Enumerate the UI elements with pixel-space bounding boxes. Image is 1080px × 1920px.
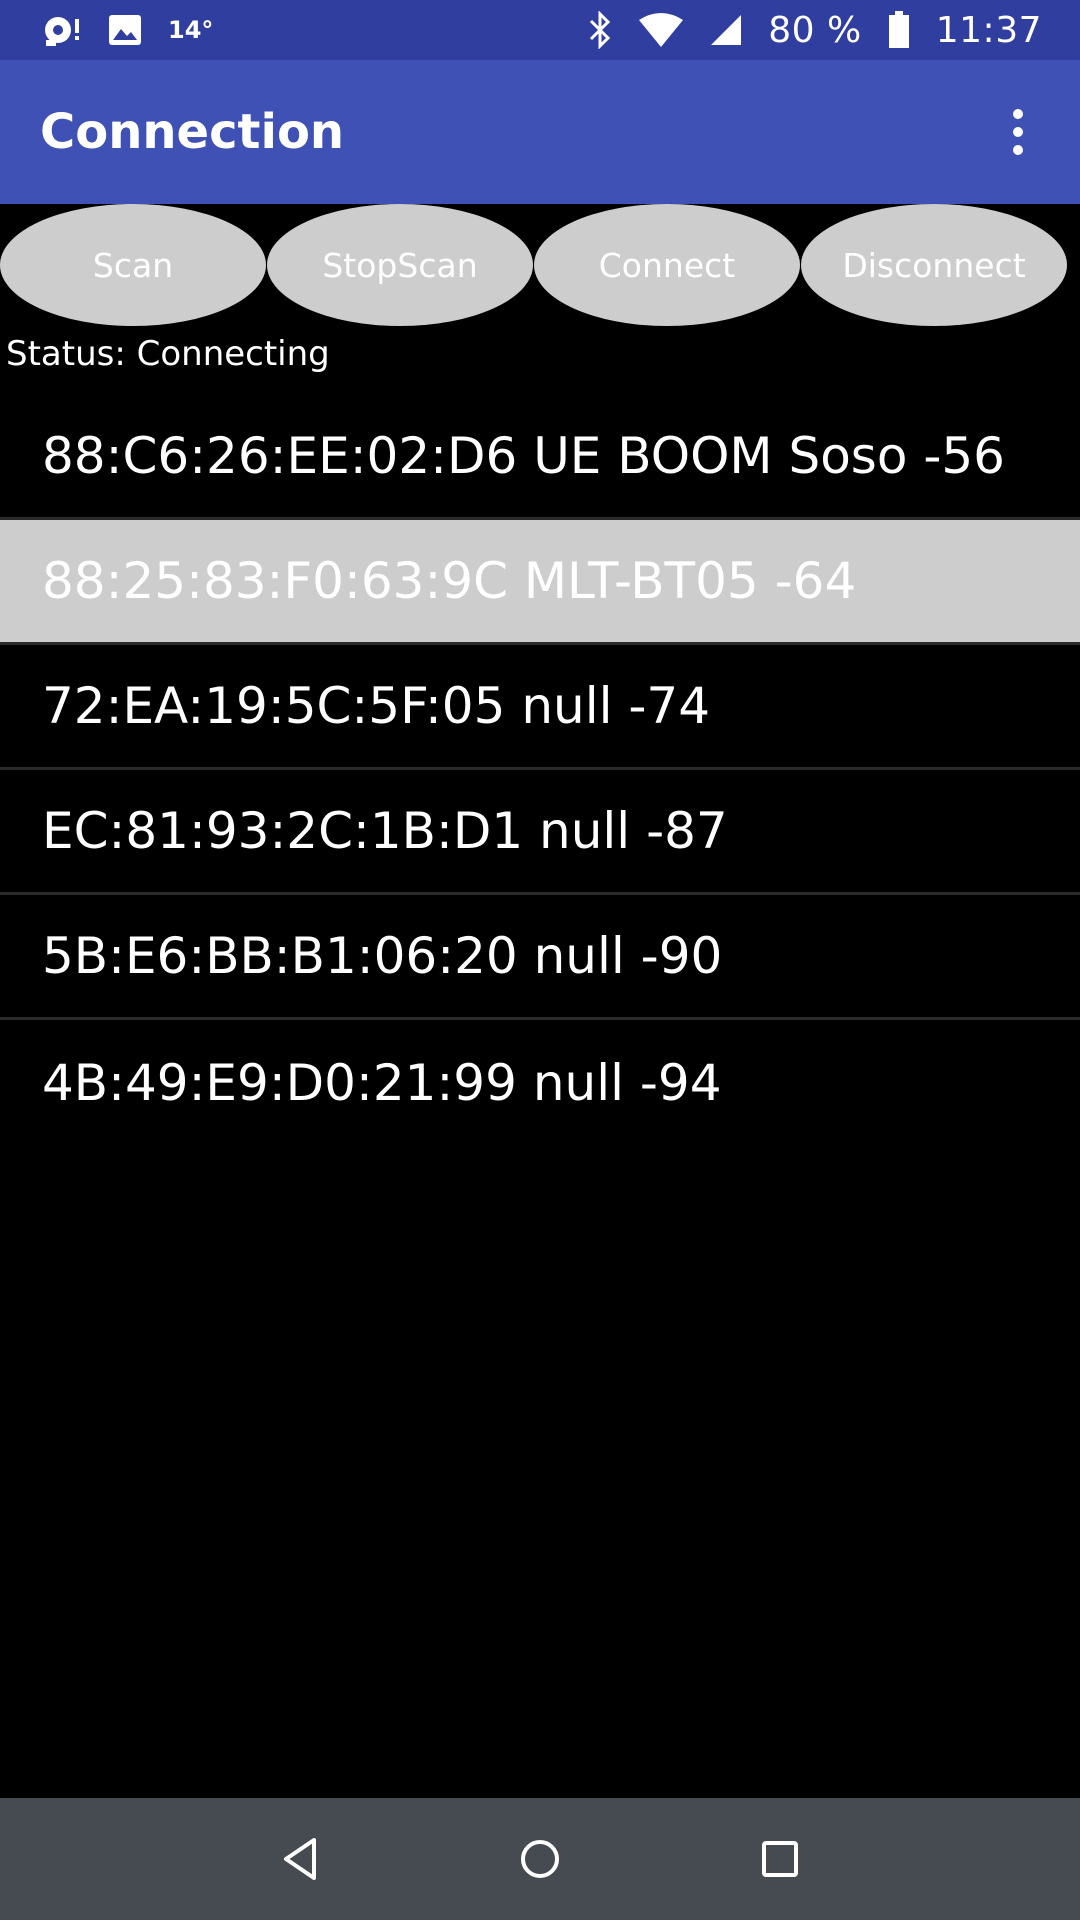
connection-status: Status: Connecting: [6, 334, 330, 374]
image-icon: [108, 14, 142, 46]
home-icon[interactable]: [500, 1819, 580, 1899]
battery-icon: [888, 11, 910, 49]
menu-dot: [1013, 109, 1023, 119]
recents-icon[interactable]: [740, 1819, 820, 1899]
status-bar: 14° 80 % 11:37: [0, 0, 1080, 60]
clock: 11:37: [935, 9, 1042, 51]
disconnect-button[interactable]: Disconnect: [801, 204, 1067, 326]
device-list-item-selected[interactable]: 88:25:83:F0:63:9C MLT-BT05 -64: [0, 520, 1080, 645]
device-list-item[interactable]: 72:EA:19:5C:5F:05 null -74: [0, 645, 1080, 770]
device-list-item[interactable]: 5B:E6:BB:B1:06:20 null -90: [0, 895, 1080, 1020]
page-title: Connection: [40, 104, 345, 160]
action-buttons: Scan StopScan Connect Disconnect: [0, 204, 1080, 326]
overflow-menu-icon[interactable]: [996, 97, 1040, 167]
menu-dot: [1013, 145, 1023, 155]
temperature-text: 14°: [168, 16, 214, 44]
bluetooth-icon: [588, 11, 612, 49]
battery-percent: 80 %: [768, 9, 862, 51]
app-bar: Connection: [0, 60, 1080, 204]
wifi-icon: [638, 12, 684, 48]
cell-signal-icon: [710, 14, 742, 46]
navigation-bar: [0, 1798, 1080, 1920]
device-list-item[interactable]: 88:C6:26:EE:02:D6 UE BOOM Soso -56: [0, 395, 1080, 520]
back-icon[interactable]: [260, 1819, 340, 1899]
scan-button[interactable]: Scan: [0, 204, 266, 326]
device-list-item[interactable]: 4B:49:E9:D0:21:99 null -94: [0, 1020, 1080, 1145]
status-bar-right: 80 % 11:37: [588, 10, 1042, 51]
stop-scan-button[interactable]: StopScan: [267, 204, 533, 326]
connect-button[interactable]: Connect: [534, 204, 800, 326]
menu-dot: [1013, 127, 1023, 137]
device-list: 88:C6:26:EE:02:D6 UE BOOM Soso -56 88:25…: [0, 395, 1080, 1145]
status-bar-left: 14°: [42, 13, 213, 47]
notification-icon: [42, 13, 82, 47]
device-list-item[interactable]: EC:81:93:2C:1B:D1 null -87: [0, 770, 1080, 895]
